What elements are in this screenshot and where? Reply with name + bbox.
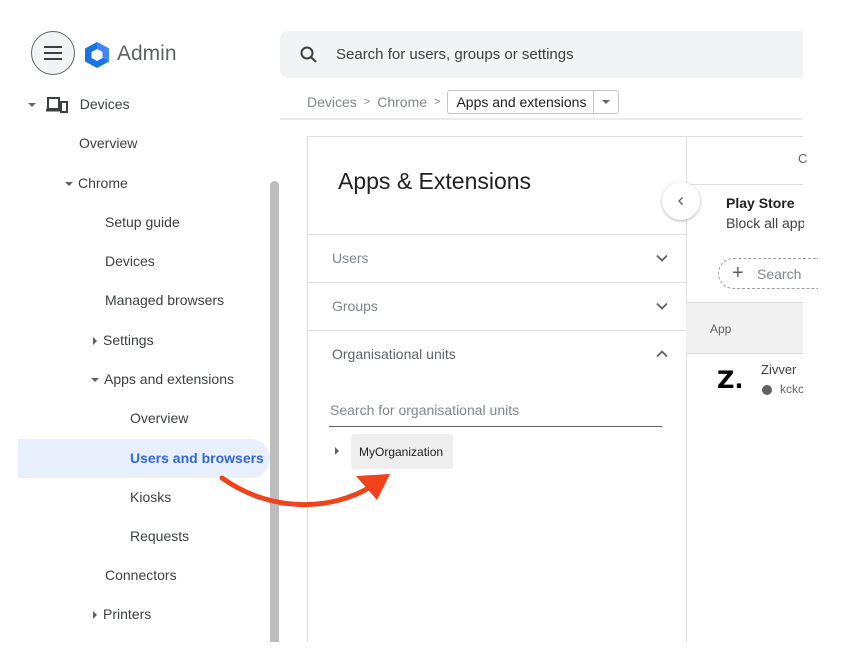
expand-caret-icon: [65, 182, 73, 187]
sidebar-item-label: Devices: [79, 96, 130, 112]
chevron-down-icon: [656, 254, 668, 262]
google-icon: [762, 385, 772, 395]
sidebar-item-printers[interactable]: Printers: [93, 604, 151, 624]
panel-header-clipped-text: C: [798, 151, 808, 166]
accordion-groups[interactable]: Groups: [308, 283, 686, 330]
collapse-caret-icon: [93, 611, 97, 620]
caret-down-icon: [602, 100, 611, 104]
org-selector-card: [307, 136, 687, 642]
sidebar-item-chrome[interactable]: Chrome: [65, 173, 128, 193]
plus-icon: +: [732, 262, 744, 284]
header-divider: [280, 118, 803, 120]
play-store-title: Play Store: [726, 195, 795, 211]
global-search-bar[interactable]: Search for users, groups or settings: [280, 31, 803, 78]
sidebar-item-apps-and-extensions[interactable]: Apps and extensions: [91, 369, 234, 389]
collapse-panel-button[interactable]: [662, 182, 700, 220]
breadcrumb-dropdown-button[interactable]: [593, 91, 618, 113]
breadcrumb-current: Apps and extensions: [447, 90, 620, 114]
ou-expand-caret-icon[interactable]: [335, 447, 339, 455]
sidebar-item-overview[interactable]: Overview: [79, 133, 137, 153]
page-title: Apps & Extensions: [338, 168, 532, 194]
sidebar-item-chrome-devices[interactable]: Devices: [105, 251, 155, 271]
divider: [686, 184, 803, 185]
ou-search-placeholder: Search for organisational units: [330, 402, 520, 418]
breadcrumb-current-label[interactable]: Apps and extensions: [448, 91, 593, 113]
sidebar-item-managed-browsers[interactable]: Managed browsers: [105, 290, 224, 310]
expand-caret-icon: [91, 378, 99, 383]
chevron-up-icon: [656, 350, 668, 358]
breadcrumb-chrome[interactable]: Chrome: [377, 94, 427, 110]
hamburger-menu-icon: [44, 46, 62, 60]
chevron-left-icon: [678, 197, 683, 205]
play-store-setting[interactable]: Block all app: [726, 215, 804, 231]
add-app-search-button[interactable]: + Search: [718, 258, 818, 289]
app-source: kckc: [780, 382, 803, 396]
accordion-label: Groups: [332, 298, 378, 314]
sidebar-item-kiosks[interactable]: Kiosks: [130, 487, 171, 507]
breadcrumb-devices[interactable]: Devices: [307, 94, 357, 110]
app-name[interactable]: Zivver: [761, 362, 803, 377]
google-admin-hexagon-icon: [85, 42, 109, 68]
sidebar-item-label: Chrome: [78, 175, 128, 191]
sidebar-item-connectors[interactable]: Connectors: [105, 565, 177, 585]
app-logo-icon: Z.: [717, 366, 744, 394]
sidebar-item-requests[interactable]: Requests: [130, 526, 189, 546]
sidebar-item-users-and-browsers[interactable]: Users and browsers: [130, 448, 264, 468]
accordion-organisational-units[interactable]: Organisational units: [308, 331, 686, 378]
ou-node-label: MyOrganization: [359, 445, 444, 459]
sidebar-item-devices[interactable]: Devices: [28, 94, 130, 114]
search-icon: [300, 46, 317, 63]
expand-caret-icon: [28, 103, 36, 108]
apps-table-header: App: [686, 302, 803, 354]
ou-search-input[interactable]: Search for organisational units: [329, 396, 662, 427]
column-header-app[interactable]: App: [710, 322, 731, 336]
sidebar-scrollbar[interactable]: [270, 181, 279, 642]
sidebar-item-label: Apps and extensions: [104, 371, 234, 387]
main-menu-button[interactable]: [31, 31, 75, 75]
sidebar-item-settings[interactable]: Settings: [93, 330, 154, 350]
sidebar-item-label: Settings: [103, 332, 154, 348]
chevron-down-icon: [656, 302, 668, 310]
sidebar-item-label: Printers: [103, 606, 152, 622]
devices-icon: [45, 97, 68, 114]
accordion-users[interactable]: Users: [308, 235, 686, 282]
search-placeholder: Search for users, groups or settings: [336, 46, 574, 63]
breadcrumb-separator: >: [434, 96, 441, 108]
collapse-caret-icon: [93, 337, 97, 346]
accordion-label: Users: [332, 250, 369, 266]
add-search-label: Search: [757, 266, 802, 282]
breadcrumb: Devices > Chrome > Apps and extensions: [307, 90, 620, 114]
breadcrumb-separator: >: [363, 96, 371, 108]
brand-name: Admin: [117, 42, 177, 65]
accordion-label: Organisational units: [332, 346, 456, 362]
sidebar-item-apps-overview[interactable]: Overview: [130, 408, 188, 428]
ou-tree-node-myorganization[interactable]: MyOrganization: [351, 434, 453, 469]
sidebar-item-setup-guide[interactable]: Setup guide: [105, 212, 180, 232]
